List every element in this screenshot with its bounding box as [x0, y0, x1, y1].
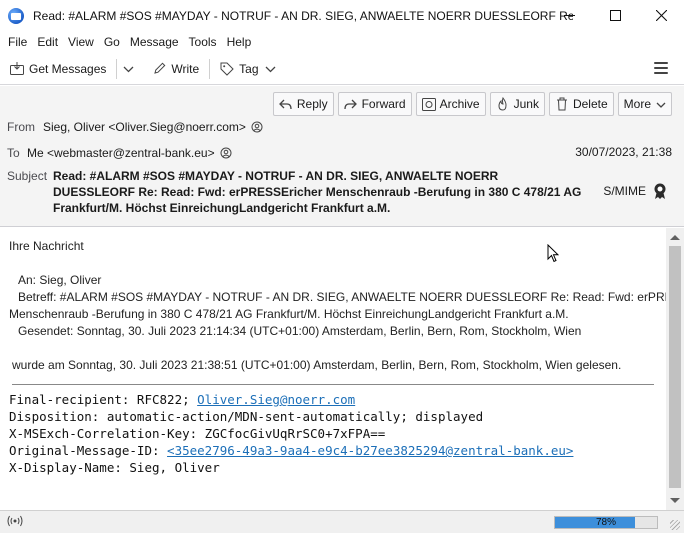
message-id-link[interactable]: <35ee2796-49a3-9aa4-e9c4-b27ee3825294@ze…: [167, 443, 573, 458]
archive-box-icon: [421, 97, 436, 111]
tag-label: Tag: [239, 61, 259, 76]
chevron-down-icon: [265, 62, 276, 76]
maximize-button[interactable]: [592, 0, 638, 31]
to-label: To: [7, 146, 20, 160]
menu-bar: File Edit View Go Message Tools Help: [0, 31, 684, 52]
get-messages-button[interactable]: Get Messages: [4, 56, 112, 82]
more-button[interactable]: More: [617, 92, 672, 116]
more-label: More: [623, 97, 651, 111]
progress-label: 78%: [595, 517, 616, 528]
forward-label: Forward: [361, 97, 406, 111]
main-toolbar: Get Messages Write Tag: [0, 53, 684, 85]
status-bar: 78%: [0, 510, 684, 533]
window-title: Read: #ALARM #SOS #MAYDAY - NOTRUF - AN …: [33, 8, 573, 23]
pencil-icon: [152, 62, 166, 76]
menu-message[interactable]: Message: [126, 35, 183, 49]
write-label: Write: [171, 61, 200, 76]
reply-arrow-icon: [279, 97, 293, 111]
online-status-icon[interactable]: [7, 515, 23, 530]
smime-label: S/MIME: [603, 184, 646, 198]
disposition-line: Disposition: automatic-action/MDN-sent-a…: [9, 409, 484, 424]
body-to-line: An: Sieg, Oliver: [18, 273, 102, 287]
display-name-line: X-Display-Name: Sieg, Oliver: [9, 460, 220, 475]
junk-label: Junk: [513, 97, 539, 111]
menu-go[interactable]: Go: [100, 35, 124, 49]
trash-icon: [555, 97, 569, 111]
contact-status-icon[interactable]: [251, 121, 263, 133]
correlation-key-line: X-MSExch-Correlation-Key: ZGCfocGivUqRrS…: [9, 426, 386, 441]
final-recipient-line: Final-recipient: RFC822; Oliver.Sieg@noe…: [9, 392, 356, 407]
archive-label: Archive: [439, 97, 480, 111]
original-message-id-line: Original-Message-ID: <35ee2796-49a3-9aa4…: [9, 443, 574, 458]
tag-button[interactable]: Tag: [214, 56, 281, 82]
reply-label: Reply: [296, 97, 328, 111]
body-subject-line-2: Menschenraub -Berufung in 380 C 478/21 A…: [9, 307, 569, 321]
write-button[interactable]: Write: [146, 56, 205, 82]
reply-button[interactable]: Reply: [272, 92, 334, 116]
mouse-pointer-icon: [547, 243, 560, 266]
delete-button[interactable]: Delete: [548, 92, 614, 116]
body-sent-line: Gesendet: Sonntag, 30. Juli 2023 21:14:3…: [18, 324, 582, 338]
flame-icon: [496, 97, 510, 111]
body-separator: [12, 384, 654, 385]
toolbar-divider: [209, 58, 211, 79]
body-scrollbar[interactable]: [666, 228, 684, 510]
contact-status-icon[interactable]: [220, 147, 232, 159]
body-subject-line: Betreff: #ALARM #SOS #MAYDAY - NOTRUF - …: [18, 290, 666, 304]
body-read-line: wurde am Sonntag, 30. Juli 2023 21:38:51…: [12, 358, 622, 372]
close-button[interactable]: [638, 0, 684, 31]
forward-arrow-icon: [344, 97, 358, 111]
junk-button[interactable]: Junk: [489, 92, 545, 116]
forward-button[interactable]: Forward: [337, 92, 412, 116]
window-controls: [546, 0, 684, 31]
inbox-download-icon: [10, 62, 24, 76]
menu-edit[interactable]: Edit: [33, 35, 62, 49]
get-messages-label: Get Messages: [29, 61, 107, 76]
from-label: From: [7, 120, 35, 134]
archive-button[interactable]: Archive: [415, 92, 486, 116]
minimize-button[interactable]: [546, 0, 592, 31]
get-messages-dropdown[interactable]: [121, 56, 140, 82]
message-header-pane: Reply Forward Archive Junk Delete More F…: [0, 86, 684, 227]
tag-icon: [220, 62, 234, 76]
toolbar-divider: [116, 58, 118, 79]
subject-label: Subject: [7, 169, 48, 183]
to-row: To Me <webmaster@zentral-bank.eu>: [7, 146, 232, 160]
recipient-email-link[interactable]: Oliver.Sieg@noerr.com: [197, 392, 355, 407]
scroll-thumb[interactable]: [669, 246, 681, 488]
thunderbird-app-icon: [8, 7, 24, 24]
menu-tools[interactable]: Tools: [185, 35, 221, 49]
scroll-up-arrow-icon[interactable]: [670, 235, 680, 240]
chevron-down-icon: [656, 97, 666, 111]
message-body: Ihre Nachricht An: Sieg, Oliver Betreff:…: [0, 228, 666, 510]
resize-grip-icon[interactable]: [670, 520, 680, 530]
scroll-down-arrow-icon[interactable]: [670, 498, 680, 503]
body-intro: Ihre Nachricht: [9, 239, 84, 253]
chevron-down-icon: [123, 62, 134, 76]
app-menu-button[interactable]: [654, 62, 668, 74]
message-date: 30/07/2023, 21:38: [575, 145, 672, 159]
menu-view[interactable]: View: [64, 35, 98, 49]
subject-value: Read: #ALARM #SOS #MAYDAY - NOTRUF - AN …: [53, 169, 582, 215]
message-actions: Reply Forward Archive Junk Delete More: [269, 92, 672, 116]
from-value[interactable]: Sieg, Oliver <Oliver.Sieg@noerr.com>: [43, 120, 246, 134]
menu-file[interactable]: File: [4, 35, 31, 49]
delete-label: Delete: [572, 97, 608, 111]
signature-seal-icon: [652, 182, 668, 200]
title-bar: Read: #ALARM #SOS #MAYDAY - NOTRUF - AN …: [0, 0, 684, 31]
to-value[interactable]: Me <webmaster@zentral-bank.eu>: [27, 146, 215, 160]
smime-indicator[interactable]: S/MIME: [603, 182, 668, 200]
from-row: From Sieg, Oliver <Oliver.Sieg@noerr.com…: [7, 120, 263, 134]
menu-help[interactable]: Help: [223, 35, 256, 49]
progress-bar: 78%: [554, 516, 658, 529]
